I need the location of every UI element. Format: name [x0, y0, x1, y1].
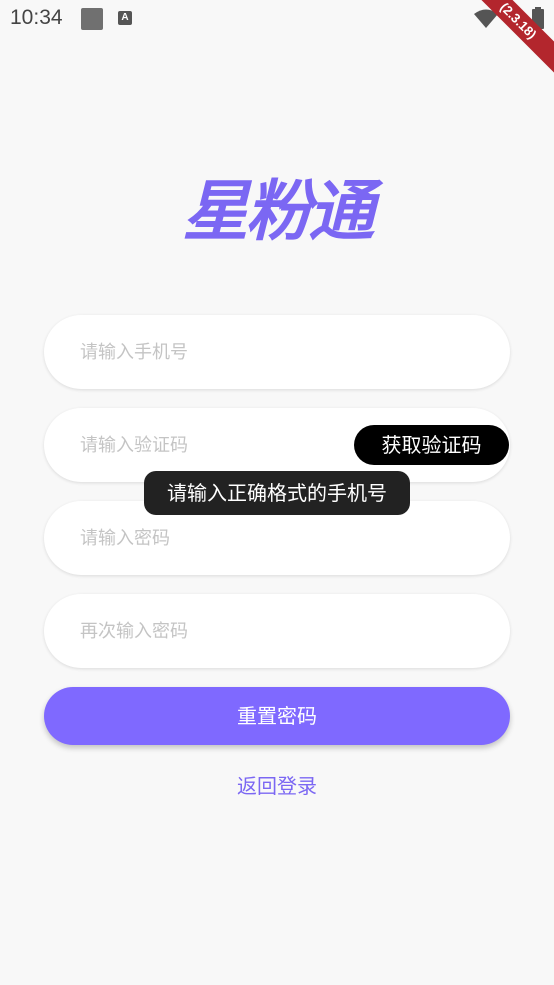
gallery-icon [81, 8, 103, 30]
toast-message: 请输入正确格式的手机号 [144, 471, 410, 515]
a-icon: A [118, 11, 132, 25]
status-bar: 10:34 A [0, 0, 554, 38]
confirm-password-field[interactable] [44, 594, 510, 668]
app-logo: 星粉通 [182, 172, 375, 250]
reset-password-button[interactable]: 重置密码 [44, 687, 510, 745]
status-time: 10:34 [10, 6, 63, 29]
phone-input[interactable] [80, 315, 380, 389]
back-to-login-link[interactable]: 返回登录 [0, 770, 554, 799]
phone-field[interactable] [44, 315, 510, 389]
get-code-button[interactable]: 获取验证码 [354, 425, 509, 465]
confirm-password-input[interactable] [80, 594, 380, 668]
